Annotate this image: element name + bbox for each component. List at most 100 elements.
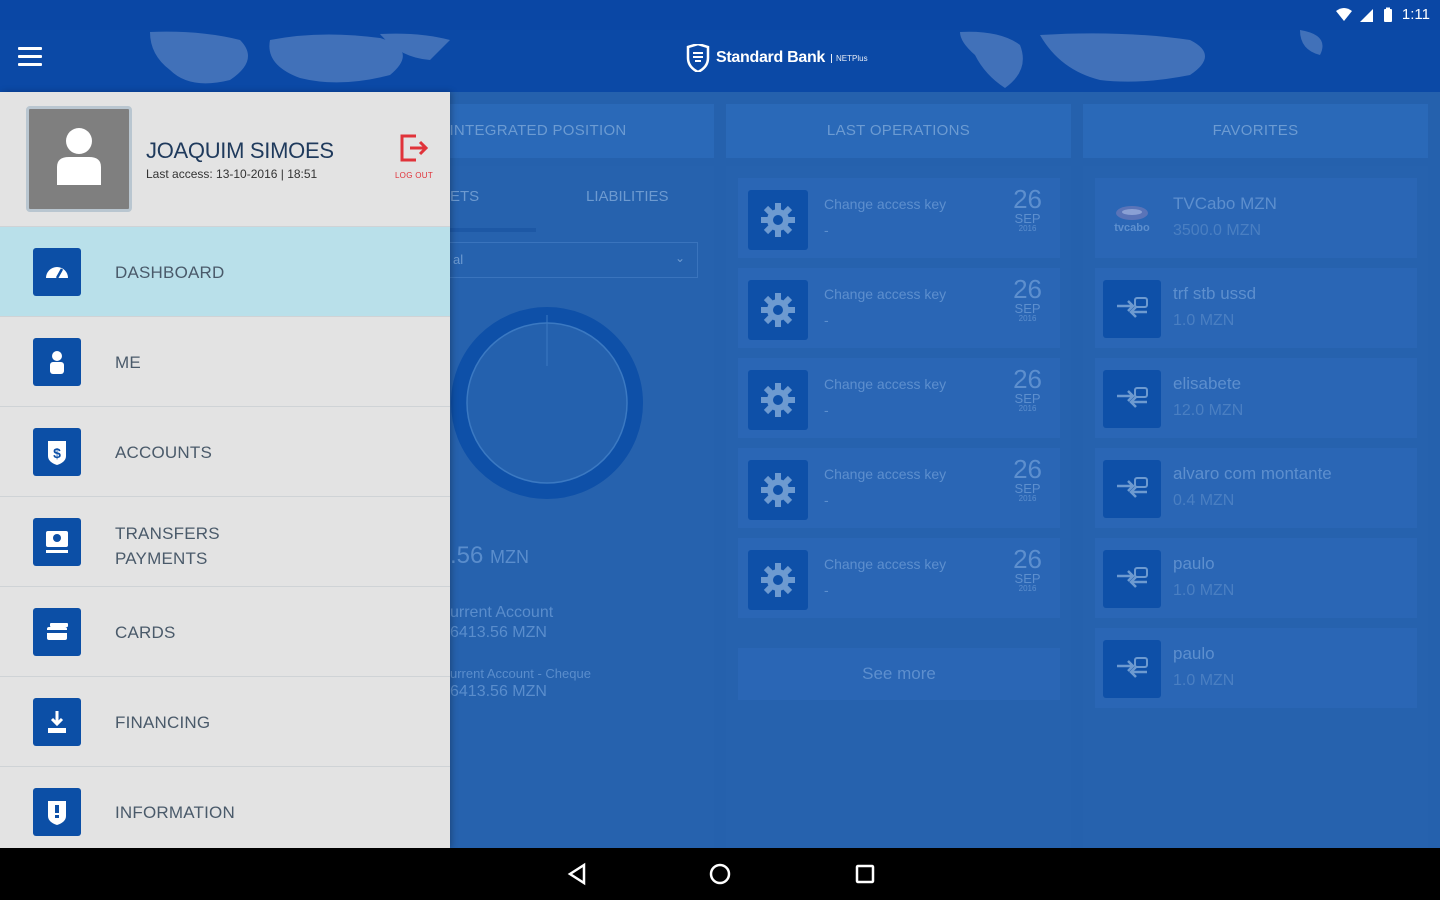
operation-subtitle: - <box>824 582 829 598</box>
operation-year: 2016 <box>1018 494 1037 503</box>
gear-icon <box>748 460 808 520</box>
menu-item-financing[interactable]: FINANCING <box>0 676 450 766</box>
dropdown-value: al <box>453 252 464 267</box>
total-currency: MZN <box>490 547 530 567</box>
recents-icon[interactable] <box>852 862 878 886</box>
financing-icon <box>33 698 81 746</box>
menu-item-dashboard[interactable]: DASHBOARD <box>0 226 450 316</box>
menu-item-me[interactable]: ME <box>0 316 450 406</box>
gear-icon <box>748 550 808 610</box>
avatar[interactable] <box>26 106 132 212</box>
operation-date: 26 SEP 2016 <box>1013 366 1042 413</box>
favorite-name: paulo <box>1173 554 1215 573</box>
shield-logo-icon <box>686 44 710 72</box>
total-balance: .56 MZN <box>450 542 529 570</box>
favorite-item[interactable]: alvaro com montante 0.4 MZN <box>1095 448 1417 528</box>
transfer-icon <box>1103 460 1161 518</box>
battery-icon <box>1383 7 1392 22</box>
gear-icon <box>748 190 808 250</box>
operation-day: 26 <box>1013 544 1042 574</box>
gear-icon <box>748 280 808 340</box>
position-donut-chart <box>451 307 643 499</box>
operation-subtitle: - <box>824 222 829 238</box>
operation-date: 26 SEP 2016 <box>1013 456 1042 503</box>
dollar-shield-icon: $ <box>33 428 81 476</box>
operation-day: 26 <box>1013 364 1042 394</box>
person-icon <box>57 128 101 185</box>
favorite-item[interactable]: trf stb ussd 1.0 MZN <box>1095 268 1417 348</box>
account-value: 6413.56 MZN <box>450 624 547 641</box>
brand-sub: NETPlus <box>831 53 868 63</box>
menu-item-label-line2: PAYMENTS <box>115 549 208 568</box>
favorite-amount: 1.0 MZN <box>1173 312 1235 329</box>
operation-title: Change access key <box>824 286 947 302</box>
favorite-item[interactable]: paulo 1.0 MZN <box>1095 538 1417 618</box>
operation-item[interactable]: Change access key - 26 SEP 2016 <box>738 268 1060 348</box>
favorite-item[interactable]: elisabete 12.0 MZN <box>1095 358 1417 438</box>
position-filter-dropdown[interactable]: al ⌄ <box>448 242 698 278</box>
transfer-icon <box>1103 370 1161 428</box>
hamburger-menu-icon[interactable] <box>18 47 42 71</box>
gear-icon <box>748 370 808 430</box>
menu-item-label: ACCOUNTS <box>115 443 212 462</box>
transfer-icon <box>1103 280 1161 338</box>
operation-day: 26 <box>1013 274 1042 304</box>
menu-item-accounts[interactable]: $ ACCOUNTS <box>0 406 450 496</box>
favorite-item[interactable]: paulo 1.0 MZN <box>1095 628 1417 708</box>
logout-label: LOG OUT <box>394 171 434 180</box>
favorite-amount: 0.4 MZN <box>1173 492 1235 509</box>
operation-date: 26 SEP 2016 <box>1013 546 1042 593</box>
last-operations-title: LAST OPERATIONS <box>726 104 1071 158</box>
favorite-item[interactable]: tvcabo TVCabo MZN 3500.0 MZN <box>1095 178 1417 258</box>
see-more-button[interactable]: See more <box>738 648 1060 700</box>
menu-item-label: DASHBOARD <box>115 263 225 282</box>
transfer-icon <box>1103 550 1161 608</box>
brand-logo: Standard Bank NETPlus <box>686 44 868 72</box>
gauge-icon <box>33 248 81 296</box>
operation-item[interactable]: Change access key - 26 SEP 2016 <box>738 358 1060 438</box>
cards-icon <box>33 608 81 656</box>
status-bar: 1:11 <box>0 0 1440 30</box>
favorite-amount: 3500.0 MZN <box>1173 222 1262 239</box>
logout-button[interactable]: LOG OUT <box>386 132 442 180</box>
account-value: 6413.56 MZN <box>450 683 547 700</box>
last-operations-body: Change access key -26 SEP 2016 Change access… <box>726 166 1071 848</box>
account-entry[interactable]: urrent Account 6413.56 MZN <box>450 604 553 642</box>
operation-date: 26 SEP 2016 <box>1013 276 1042 323</box>
menu-item-transfers-payments[interactable]: TRANSFERS PAYMENTS <box>0 496 450 586</box>
tab-liabilities[interactable]: LIABILITIES <box>586 188 669 205</box>
operation-title: Change access key <box>824 376 947 392</box>
operation-subtitle: - <box>824 492 829 508</box>
favorites-body: tvcabo TVCabo MZN 3500.0 MZN trf stb ussd 1.… <box>1083 166 1428 848</box>
logout-icon <box>400 134 429 162</box>
menu-item-label-line1: TRANSFERS <box>115 524 220 543</box>
favorite-name: alvaro com montante <box>1173 464 1332 483</box>
favorite-amount: 1.0 MZN <box>1173 582 1235 599</box>
account-entry[interactable]: urrent Account - Cheque 6413.56 MZN <box>450 666 591 701</box>
transfer-icon <box>33 518 81 566</box>
operation-item[interactable]: Change access key - 26 SEP 2016 <box>738 448 1060 528</box>
operation-date: 26 SEP 2016 <box>1013 186 1042 233</box>
menu-item-cards[interactable]: CARDS <box>0 586 450 676</box>
operation-year: 2016 <box>1018 404 1037 413</box>
navigation-drawer: JOAQUIM SIMOES Last access: 13-10-2016 |… <box>0 92 450 848</box>
menu-item-information[interactable]: INFORMATION <box>0 766 450 856</box>
back-icon[interactable] <box>564 862 590 886</box>
home-icon[interactable] <box>707 862 733 886</box>
account-name: urrent Account <box>450 604 554 621</box>
operation-subtitle: - <box>824 402 829 418</box>
operation-subtitle: - <box>824 312 829 328</box>
person-icon <box>33 338 81 386</box>
operation-day: 26 <box>1013 184 1042 214</box>
operation-year: 2016 <box>1018 224 1037 233</box>
status-time: 1:11 <box>1401 6 1430 23</box>
operation-year: 2016 <box>1018 314 1037 323</box>
favorite-name: elisabete <box>1173 374 1242 393</box>
signal-icon <box>1359 8 1373 22</box>
tab-assets[interactable]: ETS <box>450 188 479 205</box>
operation-title: Change access key <box>824 556 947 572</box>
account-name: urrent Account - Cheque <box>450 666 591 681</box>
wifi-icon <box>1335 7 1352 21</box>
operation-item[interactable]: Change access key - 26 SEP 2016 <box>738 538 1060 618</box>
operation-item[interactable]: Change access key - 26 SEP 2016 <box>738 178 1060 258</box>
